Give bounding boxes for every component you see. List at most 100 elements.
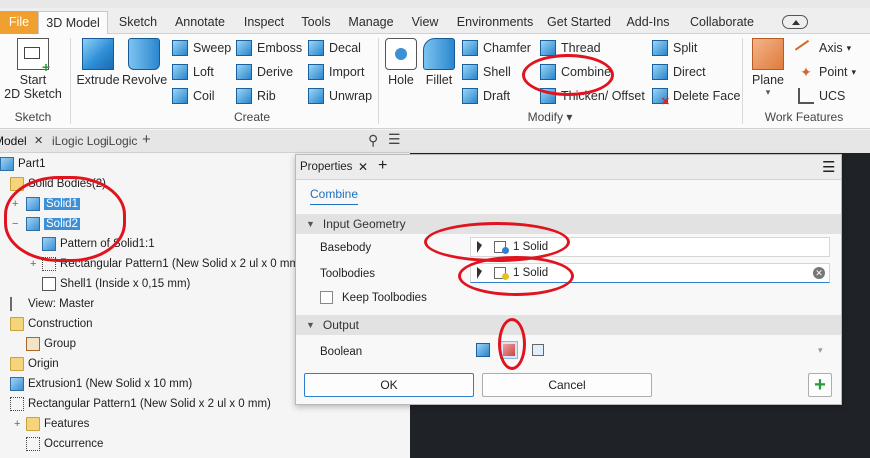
tree-item-solid2[interactable]: Solid2	[26, 214, 80, 234]
tree-item-shell1[interactable]: Shell1 (Inside x 0,15 mm)	[42, 274, 190, 294]
unwrap-button[interactable]: Unwrap	[308, 86, 372, 106]
tab-annotate[interactable]: Annotate	[170, 13, 230, 34]
tab-combine[interactable]: Combine	[310, 187, 359, 205]
expand-icon[interactable]: +	[12, 198, 18, 210]
expand-icon[interactable]: +	[14, 418, 20, 430]
tree-item-extrusion1[interactable]: Extrusion1 (New Solid x 10 mm)	[10, 374, 192, 394]
basebody-selector[interactable]: 1 Solid	[470, 237, 830, 257]
clear-icon[interactable]: ✕	[813, 267, 825, 279]
tab-model[interactable]: Model	[0, 134, 27, 148]
fillet-label: Fillet	[425, 73, 453, 87]
loft-button[interactable]: Loft	[172, 62, 214, 82]
close-icon[interactable]: ✕	[34, 134, 43, 147]
import-label: Import	[329, 65, 365, 79]
tab-ilogic[interactable]: iLogic	[106, 134, 137, 148]
tree-item-part1[interactable]: Part1	[0, 154, 46, 174]
expand-icon[interactable]: +	[30, 258, 36, 270]
axis-button[interactable]: Axis ▾	[794, 38, 851, 63]
plane-icon	[752, 38, 784, 70]
collapse-icon[interactable]: −	[12, 218, 18, 230]
apply-plus-button[interactable]: +	[808, 373, 832, 397]
thicken-offset-button[interactable]: Thicken/ Offset	[540, 86, 645, 106]
search-icon[interactable]: ⚲	[368, 132, 378, 149]
yellow-dot-icon	[502, 273, 509, 280]
tree-item-view-master[interactable]: View: Master	[10, 294, 94, 314]
tab-manage[interactable]: Manage	[343, 13, 399, 34]
group-label-sketch: Sketch	[14, 110, 52, 124]
tree-item-origin[interactable]: Origin	[10, 354, 59, 374]
split-label: Split	[673, 41, 698, 55]
direct-button[interactable]: Direct	[652, 62, 706, 82]
group-label-modify[interactable]: Modify ▾	[500, 110, 600, 124]
ucs-button[interactable]: UCS	[798, 86, 845, 106]
tree-item-occurrence[interactable]: Occurrence	[26, 434, 103, 454]
draft-button[interactable]: Draft	[462, 86, 510, 106]
extrude-button[interactable]: Extrude	[76, 38, 120, 87]
delete-face-button[interactable]: ✕ Delete Face	[652, 86, 740, 108]
tree-item-solid-bodies[interactable]: Solid Bodies(2)	[10, 174, 106, 194]
intersect-icon[interactable]	[532, 344, 544, 356]
tree-item-group[interactable]: Group	[26, 334, 76, 354]
blue-dot-icon	[502, 247, 509, 254]
cut-button[interactable]	[500, 341, 518, 359]
ucs-label: UCS	[819, 89, 846, 103]
revolve-button[interactable]: Revolve	[122, 38, 167, 87]
derive-button[interactable]: Derive	[236, 62, 293, 82]
chamfer-icon	[462, 40, 478, 56]
split-button[interactable]: Split	[652, 38, 697, 58]
tree-item-pattern-of-solid[interactable]: Pattern of Solid1:1	[42, 234, 155, 254]
chamfer-button[interactable]: Chamfer	[462, 38, 531, 58]
rib-button[interactable]: Rib	[236, 86, 276, 106]
start-label: Start	[19, 73, 47, 87]
shell-label: Shell	[483, 65, 511, 79]
close-icon[interactable]: ✕	[358, 160, 368, 174]
tab-add-ins[interactable]: Add-Ins	[622, 13, 674, 34]
fillet-button[interactable]: Fillet	[420, 38, 458, 87]
join-icon[interactable]	[476, 343, 490, 357]
tab-inspect[interactable]: Inspect	[238, 13, 290, 34]
tab-file[interactable]: File	[0, 11, 38, 34]
tab-collaborate[interactable]: Collaborate	[684, 13, 760, 34]
decal-button[interactable]: Decal	[308, 38, 361, 58]
hole-button[interactable]: Hole	[384, 38, 418, 87]
keep-toolbodies-checkbox[interactable]	[320, 291, 333, 304]
ribbon-toggle-icon[interactable]	[782, 15, 808, 29]
tab-sketch[interactable]: Sketch	[113, 13, 163, 34]
tree-item-features[interactable]: Features	[26, 414, 89, 434]
menu-icon[interactable]: ☰	[822, 158, 835, 176]
tab-ilogic-log[interactable]: iLogic Log	[52, 134, 107, 148]
tree-item-construction[interactable]: Construction	[10, 314, 93, 334]
tab-tools[interactable]: Tools	[297, 13, 335, 34]
thicken-label: Thicken/ Offset	[561, 89, 645, 103]
shell-icon	[42, 277, 56, 291]
import-button[interactable]: Import	[308, 62, 364, 82]
tree-label: Shell1 (Inside x 0,15 mm)	[60, 278, 191, 290]
thread-button[interactable]: Thread	[540, 38, 601, 58]
shell-button[interactable]: Shell	[462, 62, 511, 82]
plane-button[interactable]: Plane ▾	[748, 38, 788, 98]
combine-button[interactable]: Combine	[540, 62, 611, 82]
ok-button[interactable]: OK	[304, 373, 474, 397]
tab-environments[interactable]: Environments	[452, 13, 538, 34]
tab-view[interactable]: View	[406, 13, 444, 34]
tree-item-solid1[interactable]: Solid1	[26, 194, 80, 214]
tree-item-rectangular-pattern[interactable]: Rectangular Pattern1 (New Solid x 2 ul x…	[42, 254, 303, 274]
tab-3d-model[interactable]: 3D Model	[38, 11, 108, 35]
menu-icon[interactable]: ☰	[388, 131, 401, 148]
point-button[interactable]: ✦ Point ▾	[798, 62, 856, 82]
tree-item-rectangular-pattern-2[interactable]: Rectangular Pattern1 (New Solid x 2 ul x…	[10, 394, 271, 414]
sweep-button[interactable]: Sweep	[172, 38, 231, 58]
add-icon[interactable]: +	[378, 157, 387, 175]
start-2d-sketch-button[interactable]: + Start 2D Sketch	[4, 38, 62, 101]
section-input-geometry[interactable]: ▼ Input Geometry	[296, 214, 841, 234]
tab-get-started[interactable]: Get Started	[544, 13, 614, 34]
section-output[interactable]: ▼ Output	[296, 315, 841, 335]
toolbodies-selector[interactable]: 1 Solid ✕	[470, 263, 830, 283]
cancel-button[interactable]: Cancel	[482, 373, 652, 397]
rib-icon	[236, 88, 252, 104]
emboss-button[interactable]: Emboss	[236, 38, 302, 58]
coil-button[interactable]: Coil	[172, 86, 215, 106]
viewport-tab-strip	[410, 130, 870, 153]
add-tab-icon[interactable]: +	[142, 131, 151, 148]
chevron-down-icon[interactable]: ▾	[818, 345, 823, 356]
